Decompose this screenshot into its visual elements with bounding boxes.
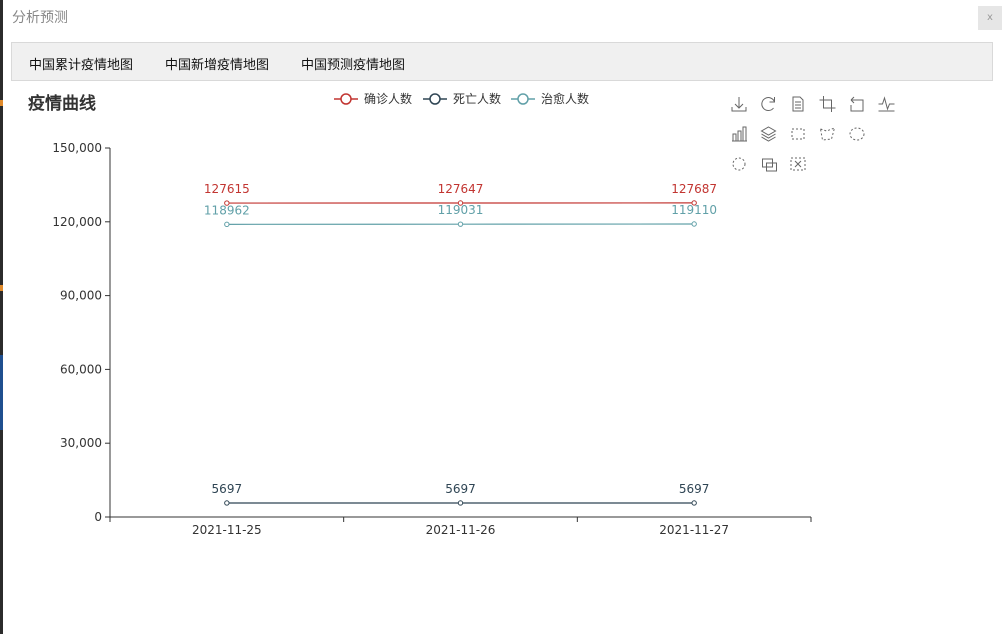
legend-marker bbox=[341, 94, 351, 104]
tab-cumulative-map[interactable]: 中国累计疫情地图 bbox=[29, 54, 133, 73]
data-label: 127687 bbox=[671, 182, 717, 196]
data-label: 127647 bbox=[438, 182, 484, 196]
download-icon[interactable] bbox=[732, 97, 746, 111]
y-tick-label: 120,000 bbox=[52, 215, 102, 229]
line-chart: 疫情曲线 确诊人数 死亡人数 治愈人数 0 30,000 60,000 90,000 120… bbox=[0, 82, 1002, 634]
rect-select-icon[interactable] bbox=[792, 129, 804, 139]
stack-icon[interactable] bbox=[762, 127, 776, 141]
data-point bbox=[458, 222, 462, 226]
x-tick-label: 2021-11-27 bbox=[659, 523, 729, 537]
data-label: 118962 bbox=[204, 203, 250, 217]
bar-chart-icon[interactable] bbox=[732, 127, 747, 141]
data-label: 127615 bbox=[204, 182, 250, 196]
data-label: 5697 bbox=[212, 482, 243, 496]
data-point bbox=[692, 501, 696, 505]
data-label: 119031 bbox=[438, 203, 484, 217]
toolbox bbox=[732, 96, 895, 171]
legend-label: 确诊人数 bbox=[364, 91, 412, 106]
tab-new-cases-map[interactable]: 中国新增疫情地图 bbox=[165, 54, 269, 73]
data-point bbox=[692, 222, 696, 226]
series-layer: 127615 127647 127687 5697 5697 5697 118962 1190… bbox=[204, 182, 717, 505]
axes: 0 30,000 60,000 90,000 120,000 150,000 2021-11… bbox=[52, 141, 811, 537]
data-view-icon[interactable] bbox=[793, 97, 803, 111]
y-tick-label: 90,000 bbox=[60, 289, 102, 303]
clear-select-icon[interactable] bbox=[763, 159, 777, 171]
zoom-reset-icon[interactable] bbox=[791, 158, 805, 170]
undo-icon[interactable] bbox=[851, 97, 863, 111]
y-tick-label: 0 bbox=[94, 510, 102, 524]
chart-area: 疫情曲线 确诊人数 死亡人数 治愈人数 0 30,000 60,000 90,000 120… bbox=[0, 82, 1002, 634]
x-tick-label: 2021-11-25 bbox=[192, 523, 262, 537]
lasso-icon[interactable] bbox=[850, 128, 864, 140]
tab-forecast-map[interactable]: 中国预测疫情地图 bbox=[301, 54, 405, 73]
dialog-title: 分析预测 bbox=[12, 7, 68, 27]
data-label: 119110 bbox=[671, 203, 717, 217]
legend-label: 治愈人数 bbox=[541, 91, 589, 106]
y-tick-label: 150,000 bbox=[52, 141, 102, 155]
legend: 确诊人数 死亡人数 治愈人数 bbox=[334, 91, 589, 106]
crop-icon[interactable] bbox=[820, 96, 836, 112]
dialog-header: 分析预测 x bbox=[3, 0, 1002, 34]
line-chart-icon[interactable] bbox=[879, 98, 895, 111]
close-button[interactable]: x bbox=[978, 6, 1002, 30]
data-label: 5697 bbox=[445, 482, 476, 496]
polygon-select-icon[interactable] bbox=[821, 128, 835, 140]
refresh-icon[interactable] bbox=[762, 97, 775, 111]
data-point bbox=[225, 501, 229, 505]
y-tick-label: 30,000 bbox=[60, 436, 102, 450]
legend-marker bbox=[430, 94, 440, 104]
data-point bbox=[225, 222, 229, 226]
chart-title: 疫情曲线 bbox=[28, 93, 96, 114]
data-point bbox=[458, 501, 462, 505]
legend-label: 死亡人数 bbox=[453, 91, 501, 106]
y-tick-label: 60,000 bbox=[60, 362, 102, 376]
tab-bar: 中国累计疫情地图 中国新增疫情地图 中国预测疫情地图 bbox=[11, 42, 993, 81]
data-label: 5697 bbox=[679, 482, 710, 496]
legend-marker bbox=[518, 94, 528, 104]
x-tick-label: 2021-11-26 bbox=[426, 523, 496, 537]
keep-select-icon[interactable] bbox=[733, 158, 745, 170]
